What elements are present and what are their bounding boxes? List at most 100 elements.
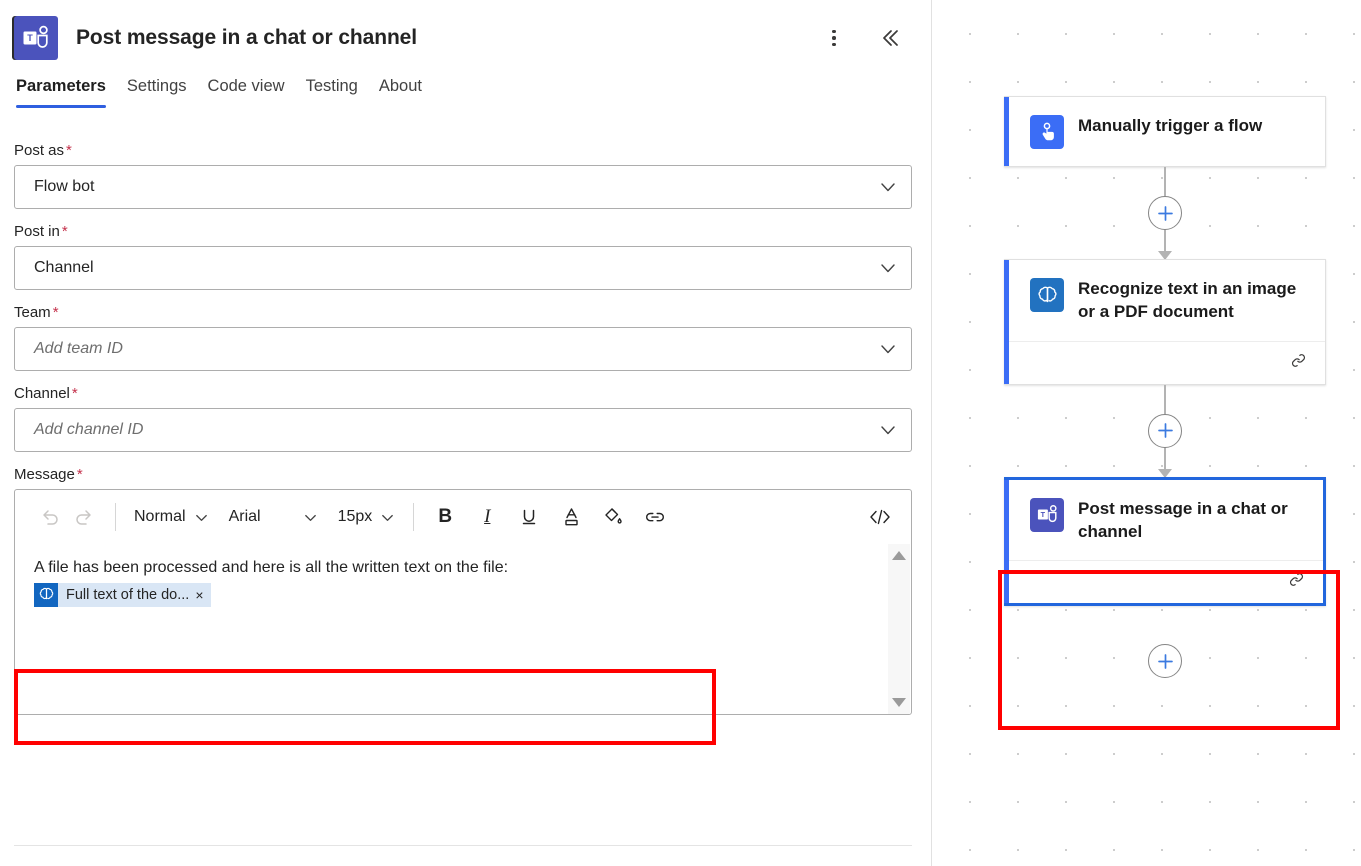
undo-icon[interactable] xyxy=(33,500,67,534)
panel-header: T Post message in a chat or channel xyxy=(0,0,931,56)
node-footer xyxy=(1009,560,1323,603)
flow-canvas[interactable]: Manually trigger a flow xyxy=(932,0,1361,866)
more-options-icon[interactable] xyxy=(819,23,849,53)
redo-icon[interactable] xyxy=(67,500,101,534)
required-asterisk: * xyxy=(53,304,59,321)
tab-about-label: About xyxy=(379,77,422,95)
required-asterisk: * xyxy=(66,142,72,159)
bold-icon[interactable]: B xyxy=(428,500,462,534)
label-text: Message xyxy=(14,466,75,483)
chevron-down-icon xyxy=(879,340,897,358)
required-asterisk: * xyxy=(62,223,68,240)
add-step-button[interactable] xyxy=(1148,196,1182,230)
power-automate-designer: T Post message in a chat or channel xyxy=(0,0,1361,866)
scroll-up-arrow-icon[interactable] xyxy=(892,551,906,560)
chevron-down-icon xyxy=(879,421,897,439)
post-as-value: Flow bot xyxy=(34,178,879,196)
teams-icon: T xyxy=(1030,498,1064,532)
label-text: Post as xyxy=(14,142,64,159)
flow-tail xyxy=(1004,606,1326,680)
node-footer xyxy=(1009,341,1325,384)
message-editor-body[interactable]: A file has been processed and here is al… xyxy=(15,544,911,714)
highlight-icon[interactable] xyxy=(596,500,630,534)
channel-placeholder: Add channel ID xyxy=(34,421,879,439)
node-title: Recognize text in an image or a PDF docu… xyxy=(1078,277,1309,324)
link-chain-icon[interactable] xyxy=(1288,350,1309,376)
field-team-label: Team* xyxy=(14,304,912,321)
header-actions xyxy=(819,23,909,53)
flow-node-manual-trigger[interactable]: Manually trigger a flow xyxy=(1004,96,1326,167)
label-text: Post in xyxy=(14,223,60,240)
paragraph-style-value: Normal xyxy=(134,508,186,526)
label-text: Team xyxy=(14,304,51,321)
scroll-down-arrow-icon[interactable] xyxy=(892,698,906,707)
tab-testing-label: Testing xyxy=(306,77,358,95)
field-post-as-label: Post as* xyxy=(14,142,912,159)
tab-settings-label: Settings xyxy=(127,77,187,95)
link-chain-icon[interactable] xyxy=(1286,569,1307,595)
underline-icon[interactable] xyxy=(512,500,546,534)
font-family-dropdown[interactable]: Arial xyxy=(225,504,322,530)
manual-trigger-icon xyxy=(1030,115,1064,149)
add-step-button[interactable] xyxy=(1148,644,1182,678)
font-color-icon[interactable] xyxy=(554,500,588,534)
tab-code-view-label: Code view xyxy=(208,77,285,95)
tab-about[interactable]: About xyxy=(379,77,443,108)
action-details-panel: T Post message in a chat or channel xyxy=(0,0,932,866)
page-title: Post message in a chat or channel xyxy=(76,26,417,50)
team-dropdown[interactable]: Add team ID xyxy=(14,327,912,371)
node-title: Post message in a chat or channel xyxy=(1078,497,1307,544)
tab-parameters-label: Parameters xyxy=(16,77,106,95)
flow-node-post-message[interactable]: T Post message in a chat or channel xyxy=(1004,477,1326,607)
label-text: Channel xyxy=(14,385,70,402)
field-post-in: Post in* Channel xyxy=(14,223,912,290)
required-asterisk: * xyxy=(72,385,78,402)
message-content[interactable]: A file has been processed and here is al… xyxy=(15,552,911,607)
field-channel-label: Channel* xyxy=(14,385,912,402)
parameters-form: Post as* Flow bot Post in* Channel xyxy=(0,108,931,715)
post-in-value: Channel xyxy=(34,259,879,277)
message-line-2: Full text of the do... × xyxy=(34,581,879,607)
svg-text:T: T xyxy=(1040,510,1045,519)
teams-icon: T xyxy=(14,16,58,60)
flow-graph: Manually trigger a flow xyxy=(1004,96,1326,680)
remove-token-icon[interactable]: × xyxy=(193,588,210,602)
chevron-down-icon xyxy=(303,510,318,525)
chevron-down-icon xyxy=(879,259,897,277)
editor-toolbar: Normal Arial 15px xyxy=(15,490,911,544)
link-icon[interactable] xyxy=(638,500,672,534)
field-team: Team* Add team ID xyxy=(14,304,912,371)
italic-glyph: I xyxy=(484,506,490,528)
token-label: Full text of the do... xyxy=(58,584,193,606)
flow-connector xyxy=(1004,167,1326,259)
panel-bottom-divider xyxy=(14,845,912,846)
post-as-dropdown[interactable]: Flow bot xyxy=(14,165,912,209)
chevron-down-icon xyxy=(194,510,209,525)
font-size-value: 15px xyxy=(338,508,373,526)
tab-settings[interactable]: Settings xyxy=(127,77,208,108)
tab-code-view[interactable]: Code view xyxy=(208,77,306,108)
collapse-panel-icon[interactable] xyxy=(875,23,905,53)
bold-glyph: B xyxy=(438,506,452,528)
post-in-dropdown[interactable]: Channel xyxy=(14,246,912,290)
message-rich-text-editor: Normal Arial 15px xyxy=(14,489,912,715)
flow-node-recognize-text[interactable]: Recognize text in an image or a PDF docu… xyxy=(1004,259,1326,385)
field-post-as: Post as* Flow bot xyxy=(14,142,912,209)
node-main: Manually trigger a flow xyxy=(1004,97,1325,166)
required-asterisk: * xyxy=(77,466,83,483)
flow-connector xyxy=(1004,385,1326,477)
ai-builder-icon xyxy=(1030,278,1064,312)
tab-testing[interactable]: Testing xyxy=(306,77,379,108)
tab-parameters[interactable]: Parameters xyxy=(16,77,127,108)
add-step-button[interactable] xyxy=(1148,414,1182,448)
svg-text:T: T xyxy=(27,33,33,43)
field-channel: Channel* Add channel ID xyxy=(14,385,912,452)
paragraph-style-dropdown[interactable]: Normal xyxy=(130,504,213,530)
font-size-dropdown[interactable]: 15px xyxy=(334,504,400,530)
editor-scrollbar[interactable] xyxy=(888,544,910,714)
channel-dropdown[interactable]: Add channel ID xyxy=(14,408,912,452)
code-view-icon[interactable] xyxy=(863,500,897,534)
toolbar-divider xyxy=(413,503,414,531)
italic-icon[interactable]: I xyxy=(470,500,504,534)
dynamic-content-token[interactable]: Full text of the do... × xyxy=(34,583,211,607)
